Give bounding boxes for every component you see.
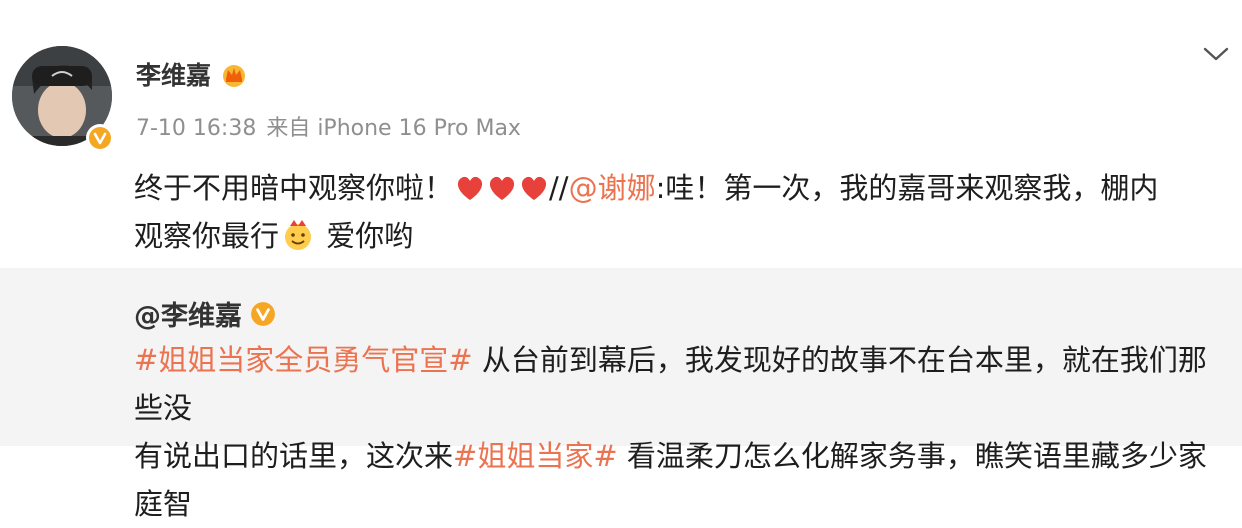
weibo-post: 李维嘉 7-10 16:38 来自 iPhone 16 Pro Max 终于不用暗… <box>0 0 1242 268</box>
post-text-4: 观察你最行 <box>134 219 280 253</box>
post-text-3: :哇！第一次，我的嘉哥来观察我，棚内 <box>655 171 1159 205</box>
heart-icon <box>457 176 483 200</box>
post-timestamp[interactable]: 7-10 16:38 <box>136 116 256 141</box>
repost-username-row: @李维嘉 <box>134 294 276 333</box>
post-text-1: 终于不用暗中观察你啦！ <box>134 171 454 205</box>
post-text-5: 爱你哟 <box>317 219 414 253</box>
hashtag-link[interactable]: #姐姐当家# <box>453 439 618 473</box>
repost-username[interactable]: @李维嘉 <box>134 294 242 333</box>
repost-body: #姐姐当家全员勇气官宣# 从台前到幕后，我发现好的故事不在台本里，就在我们那些没… <box>134 336 1224 528</box>
verified-badge-icon <box>251 301 275 326</box>
reposted-content[interactable]: @李维嘉 #姐姐当家全员勇气官宣# 从台前到幕后，我发现好的故事不在台本里，就在… <box>0 268 1242 521</box>
verified-badge-icon <box>86 124 114 152</box>
post-source: 来自 iPhone 16 Pro Max <box>266 116 521 141</box>
post-username[interactable]: 李维嘉 <box>136 56 211 92</box>
hashtag-link[interactable]: #姐姐当家全员勇气官宣# <box>134 343 473 377</box>
heart-emoji-group <box>455 174 549 202</box>
post-body: 终于不用暗中观察你啦！//@谢娜:哇！第一次，我的嘉哥来观察我，棚内 观察你最行 … <box>134 164 1204 260</box>
post-meta: 7-10 16:38 来自 iPhone 16 Pro Max <box>136 110 521 142</box>
mention-link[interactable]: @谢娜 <box>569 171 656 205</box>
heart-icon <box>489 176 515 200</box>
heart-icon <box>521 176 547 200</box>
post-username-row: 李维嘉 <box>136 56 249 92</box>
chevron-down-icon[interactable] <box>1202 44 1230 64</box>
crown-badge-icon[interactable] <box>219 61 249 87</box>
post-text-2: // <box>549 171 569 205</box>
face-emoji-icon <box>285 220 312 250</box>
repost-text-2: 有说出口的话里，这次来 <box>134 439 454 473</box>
